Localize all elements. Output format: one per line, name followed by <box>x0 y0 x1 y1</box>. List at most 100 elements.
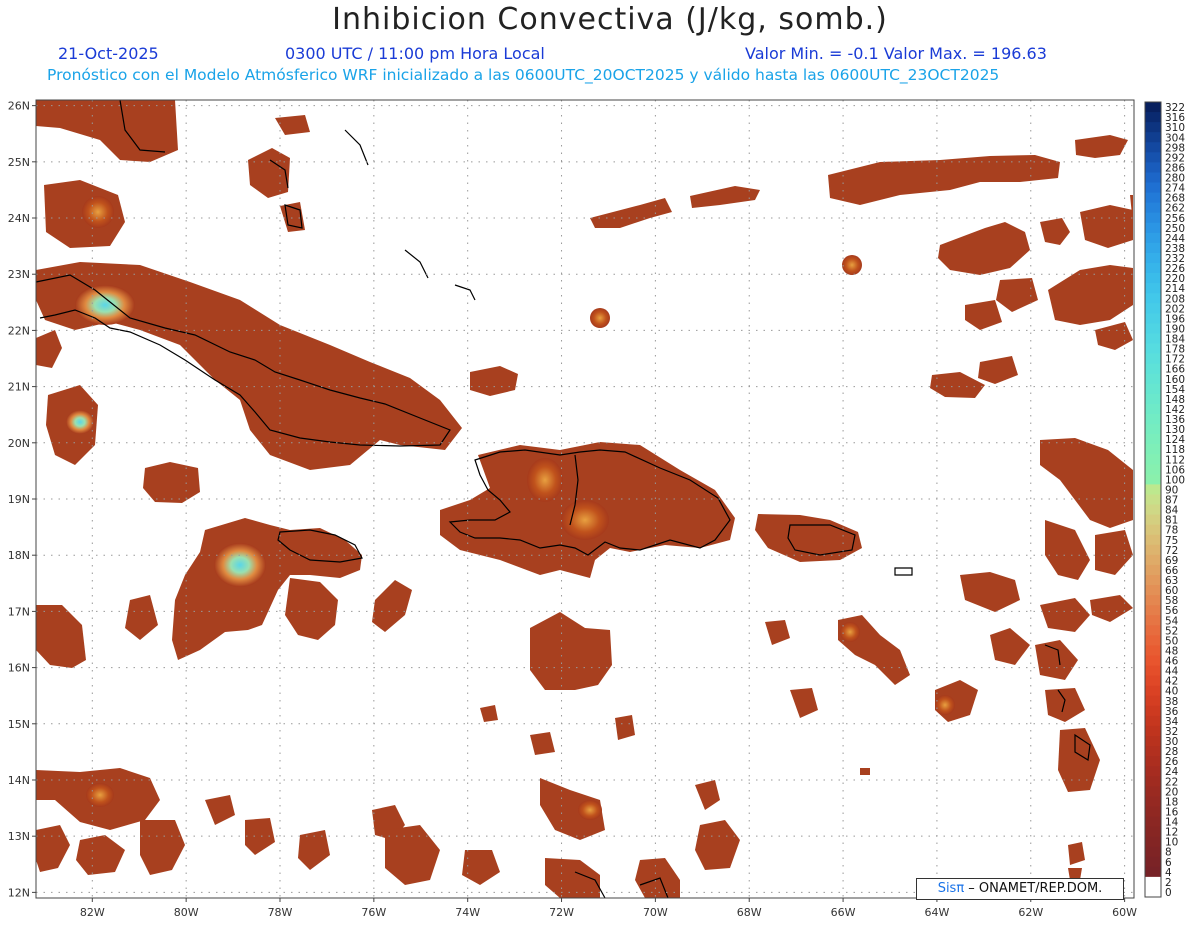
colorbar-swatch <box>1145 202 1161 214</box>
colorbar-swatch <box>1145 192 1161 204</box>
colorbar-swatch <box>1145 665 1161 677</box>
lat-label: 14N <box>8 774 30 787</box>
colorbar-swatch <box>1145 293 1161 304</box>
colorbar-swatch <box>1145 242 1161 254</box>
colorbar-swatch <box>1145 655 1161 667</box>
colorbar-swatch <box>1145 333 1161 345</box>
colorbar-swatch <box>1145 152 1161 163</box>
colorbar-swatch <box>1145 886 1161 898</box>
colorbar-swatch <box>1145 162 1161 173</box>
colorbar-swatch <box>1145 112 1161 123</box>
colorbar-swatch <box>1145 554 1161 566</box>
colorbar-swatch <box>1145 846 1161 858</box>
colorbar-swatch <box>1145 122 1161 133</box>
colorbar-swatch <box>1145 484 1161 495</box>
colorbar-swatch <box>1145 715 1161 727</box>
latitude-labels: 12N 13N 14N 15N 16N 17N 18N 19N 20N 21N 22N 23N 24N 2… <box>8 100 30 900</box>
colorbar-swatch <box>1145 836 1161 848</box>
cin-map: 82W 80W 78W 76W 74W 72W 70W 68W 66W 64W 62W 60W 12N… <box>8 99 1185 919</box>
colorbar-swatch <box>1145 313 1161 324</box>
lat-label: 24N <box>8 212 30 225</box>
colorbar-swatch <box>1145 605 1161 616</box>
lat-label: 23N <box>8 268 30 281</box>
lat-label: 17N <box>8 605 30 618</box>
colorbar-swatch <box>1145 635 1161 646</box>
lon-label: 80W <box>174 906 199 919</box>
colorbar-swatch <box>1145 252 1161 264</box>
colorbar-label: 0 <box>1165 887 1172 899</box>
lat-label: 12N <box>8 886 30 899</box>
colorbar-swatch <box>1145 826 1161 838</box>
lat-label: 18N <box>8 549 30 562</box>
colorbar-swatch <box>1145 514 1161 526</box>
colorbar-swatch <box>1145 574 1161 586</box>
colorbar-swatch <box>1145 464 1161 475</box>
colorbar-swatch <box>1145 474 1161 485</box>
colorbar-swatch <box>1145 746 1161 757</box>
lon-label: 74W <box>455 906 480 919</box>
colorbar-swatch <box>1145 564 1161 576</box>
colorbar-swatch <box>1145 524 1161 536</box>
colorbar-swatch <box>1145 876 1161 888</box>
lon-label: 82W <box>80 906 105 919</box>
lon-label: 62W <box>1018 906 1043 919</box>
colorbar-swatch <box>1145 393 1161 405</box>
colorbar-swatch <box>1145 263 1161 274</box>
lon-label: 66W <box>831 906 856 919</box>
colorbar-swatch <box>1145 363 1161 375</box>
colorbar-swatch <box>1145 182 1161 194</box>
colorbar-swatch <box>1145 212 1161 224</box>
lon-label: 64W <box>924 906 949 919</box>
colorbar-swatch <box>1145 172 1161 184</box>
colorbar-swatch <box>1145 766 1161 777</box>
colorbar-swatch <box>1145 786 1161 797</box>
colorbar-swatch <box>1145 705 1161 717</box>
lat-label: 16N <box>8 662 30 675</box>
lat-label: 22N <box>8 324 30 337</box>
colorbar-swatch <box>1145 373 1161 385</box>
colorbar-swatch <box>1145 544 1161 556</box>
colorbar-swatch <box>1145 856 1161 868</box>
colorbar-swatch <box>1145 675 1161 687</box>
colorbar-swatch <box>1145 343 1161 355</box>
colorbar-swatch <box>1145 273 1161 284</box>
colorbar-swatch <box>1145 494 1161 506</box>
colorbar-swatch <box>1145 142 1161 153</box>
colorbar-swatch <box>1145 796 1161 807</box>
colorbar-swatch <box>1145 725 1161 737</box>
colorbar-swatch <box>1145 695 1161 707</box>
colorbar-swatch <box>1145 132 1161 143</box>
colorbar-swatch <box>1145 403 1161 415</box>
lon-label: 60W <box>1112 906 1137 919</box>
colorbar-swatch <box>1145 323 1161 334</box>
lon-label: 72W <box>549 906 574 919</box>
colorbar-swatch <box>1145 615 1161 626</box>
lon-label: 70W <box>643 906 668 919</box>
colorbar-swatch <box>1145 685 1161 697</box>
colorbar-swatch <box>1145 806 1161 817</box>
lat-label: 21N <box>8 381 30 394</box>
colorbar-swatch <box>1145 625 1161 636</box>
colorbar-swatch <box>1145 232 1161 244</box>
colorbar-swatch <box>1145 413 1161 425</box>
lat-label: 20N <box>8 437 30 450</box>
colorbar-swatch <box>1145 353 1161 365</box>
colorbar-swatch <box>1145 595 1161 606</box>
colorbar-swatch <box>1145 383 1161 395</box>
colorbar-swatch <box>1145 816 1161 828</box>
colorbar-swatch <box>1145 222 1161 234</box>
lon-label: 68W <box>737 906 762 919</box>
colorbar: 3223163103042982922862802742682622562502… <box>1144 101 1185 899</box>
lat-label: 19N <box>8 493 30 506</box>
colorbar-swatch <box>1145 454 1161 465</box>
colorbar-swatch <box>1145 102 1161 113</box>
colorbar-swatch <box>1145 585 1161 596</box>
credit-brand: Sisπ <box>937 881 965 896</box>
colorbar-swatch <box>1145 434 1161 445</box>
lon-label: 78W <box>268 906 293 919</box>
lat-label: 13N <box>8 830 30 843</box>
colorbar-swatch <box>1145 534 1161 546</box>
colorbar-swatch <box>1145 424 1161 435</box>
colorbar-swatch <box>1145 735 1161 747</box>
credit-text: – ONAMET/REP.DOM. <box>964 881 1103 896</box>
